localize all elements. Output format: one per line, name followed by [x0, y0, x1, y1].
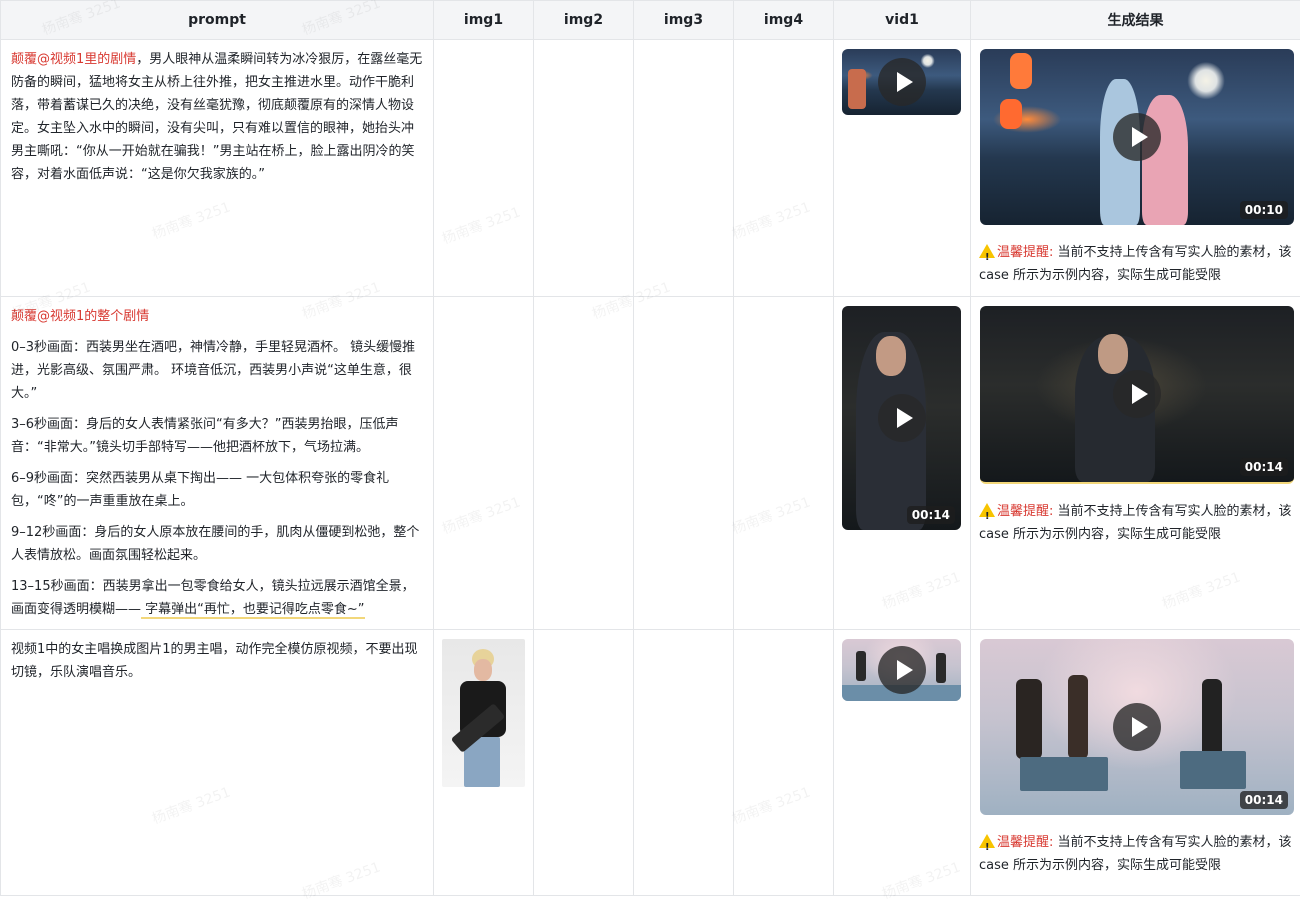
result-cell: 00:14 温馨提醒: 当前不支持上传含有写实人脸的素材，该 case 所示为示… [971, 297, 1300, 630]
column-header-vid1: vid1 [834, 1, 971, 40]
warning-note: 温馨提醒: 当前不支持上传含有写实人脸的素材，该 case 所示为示例内容，实际… [979, 831, 1294, 877]
img3-cell [634, 40, 734, 297]
prompt-cell: 颠覆@视频1的整个剧情 0–3秒画面：西装男坐在酒吧，神情冷静，手里轻晃酒杯。 … [1, 297, 434, 630]
column-header-img3: img3 [634, 1, 734, 40]
warning-label: 温馨提醒: [997, 835, 1053, 850]
prompt-paragraph: 颠覆@视频1的整个剧情 [11, 305, 425, 328]
prompt-paragraph: 视频1中的女主唱换成图片1的男主唱，动作完全模仿原视频，不要出现切镜，乐队演唱音… [11, 638, 425, 684]
img2-cell [534, 630, 634, 896]
table-header-row: prompt img1 img2 img3 img4 vid1 生成结果 [1, 1, 1300, 40]
prompt-underlined-text: 字幕弹出“再忙，也要记得吃点零食~” [141, 602, 365, 619]
column-header-img4: img4 [734, 1, 834, 40]
figure-shape [1016, 679, 1042, 759]
figure-shape [1068, 675, 1088, 759]
vid1-cell [834, 630, 971, 896]
figure-shape [936, 653, 946, 683]
result-cell: 00:10 温馨提醒: 当前不支持上传含有写实人脸的素材，该 case 所示为示… [971, 40, 1300, 297]
face-shape [876, 336, 906, 376]
video-duration: 00:14 [907, 506, 955, 524]
warning-label: 温馨提醒: [997, 504, 1053, 519]
prompt-highlight: 颠覆@视频1的整个剧情 [11, 309, 149, 324]
video-duration: 00:14 [1240, 791, 1288, 809]
play-icon[interactable] [878, 58, 926, 106]
table-row: 视频1中的女主唱换成图片1的男主唱，动作完全模仿原视频，不要出现切镜，乐队演唱音… [1, 630, 1300, 896]
result-video[interactable]: 00:14 [980, 639, 1294, 815]
warning-label: 温馨提醒: [997, 245, 1053, 260]
prompt-paragraph: 6–9秒画面：突然西装男从桌下掏出—— 一大包体积夸张的零食礼包，“咚”的一声重… [11, 467, 425, 513]
figure-shape [856, 651, 866, 681]
figure-shape [1142, 95, 1188, 225]
play-icon[interactable] [1113, 113, 1161, 161]
img3-cell [634, 630, 734, 896]
play-icon[interactable] [1113, 370, 1161, 418]
img1-cell [434, 297, 534, 630]
prompt-paragraph: 9–12秒画面：身后的女人原本放在腰间的手，肌肉从僵硬到松弛，整个人表情放松。画… [11, 521, 425, 567]
column-header-img1: img1 [434, 1, 534, 40]
vid1-cell [834, 40, 971, 297]
face-shape [474, 659, 492, 681]
img1-thumbnail[interactable] [442, 639, 525, 787]
figure-shape [848, 69, 866, 109]
column-header-result: 生成结果 [971, 1, 1300, 40]
lantern-shape [1010, 53, 1032, 89]
face-shape [1098, 334, 1128, 374]
result-video[interactable]: 00:10 [980, 49, 1294, 225]
column-header-prompt: prompt [1, 1, 434, 40]
prompt-highlight: 颠覆@视频1里的剧情 [11, 52, 136, 67]
case-table: prompt img1 img2 img3 img4 vid1 生成结果 颠覆@… [0, 0, 1300, 896]
warning-note: 温馨提醒: 当前不支持上传含有写实人脸的素材，该 case 所示为示例内容，实际… [979, 241, 1294, 287]
vid1-thumbnail[interactable] [842, 49, 961, 115]
table-row: 颠覆@视频1的整个剧情 0–3秒画面：西装男坐在酒吧，神情冷静，手里轻晃酒杯。 … [1, 297, 1300, 630]
warning-icon [979, 503, 995, 517]
vid1-thumbnail[interactable]: 00:14 [842, 306, 961, 530]
img4-cell [734, 297, 834, 630]
img1-cell [434, 40, 534, 297]
vid1-cell: 00:14 [834, 297, 971, 630]
prompt-text: ，男人眼神从温柔瞬间转为冰冷狠厉，在露丝毫无防备的瞬间，猛地将女主从桥上往外推，… [11, 52, 422, 182]
prompt-paragraph: 13–15秒画面：西装男拿出一包零食给女人，镜头拉远展示酒馆全景，画面变得透明模… [11, 575, 425, 621]
vid1-thumbnail[interactable] [842, 639, 961, 701]
img2-cell [534, 297, 634, 630]
warning-icon [979, 834, 995, 848]
prompt-cell: 颠覆@视频1里的剧情，男人眼神从温柔瞬间转为冰冷狠厉，在露丝毫无防备的瞬间，猛地… [1, 40, 434, 297]
stage-block [1020, 757, 1108, 791]
img4-cell [734, 630, 834, 896]
play-icon[interactable] [878, 646, 926, 694]
play-icon[interactable] [878, 394, 926, 442]
video-duration: 00:14 [1240, 458, 1288, 476]
prompt-paragraph: 0–3秒画面：西装男坐在酒吧，神情冷静，手里轻晃酒杯。 镜头缓慢推进，光影高级、… [11, 336, 425, 405]
prompt-cell: 视频1中的女主唱换成图片1的男主唱，动作完全模仿原视频，不要出现切镜，乐队演唱音… [1, 630, 434, 896]
play-icon[interactable] [1113, 703, 1161, 751]
lantern-shape [1000, 99, 1022, 129]
stage-block [1180, 751, 1246, 789]
figure-shape [1202, 679, 1222, 759]
warning-icon [979, 244, 995, 258]
result-video[interactable]: 00:14 [980, 306, 1294, 484]
prompt-paragraph: 3–6秒画面：身后的女人表情紧张问“有多大？”西装男抬眼，压低声音：“非常大。”… [11, 413, 425, 459]
img1-cell [434, 630, 534, 896]
column-header-img2: img2 [534, 1, 634, 40]
table-row: 颠覆@视频1里的剧情，男人眼神从温柔瞬间转为冰冷狠厉，在露丝毫无防备的瞬间，猛地… [1, 40, 1300, 297]
img2-cell [534, 40, 634, 297]
img3-cell [634, 297, 734, 630]
result-cell: 00:14 温馨提醒: 当前不支持上传含有写实人脸的素材，该 case 所示为示… [971, 630, 1300, 896]
img4-cell [734, 40, 834, 297]
video-duration: 00:10 [1240, 201, 1288, 219]
prompt-paragraph: 颠覆@视频1里的剧情，男人眼神从温柔瞬间转为冰冷狠厉，在露丝毫无防备的瞬间，猛地… [11, 48, 425, 186]
warning-note: 温馨提醒: 当前不支持上传含有写实人脸的素材，该 case 所示为示例内容，实际… [979, 500, 1294, 546]
